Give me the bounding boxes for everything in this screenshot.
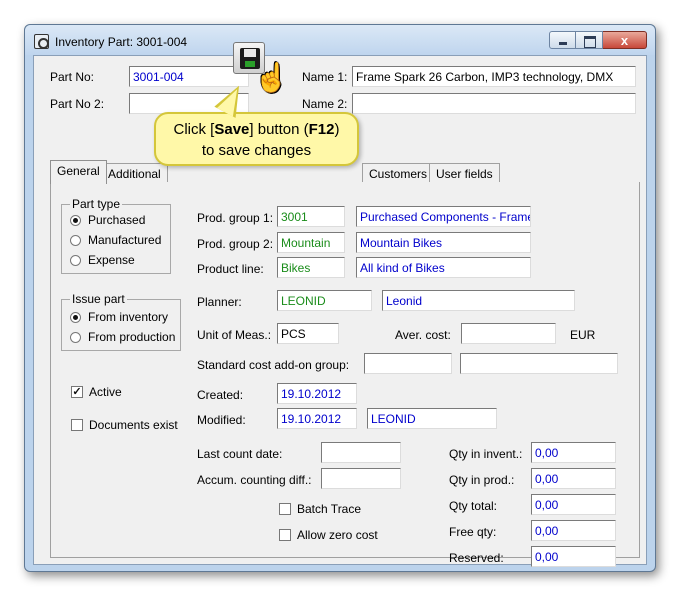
prod-group2-label: Prod. group 2: [197,237,274,251]
radio-purchased[interactable] [70,215,81,226]
last-count-label: Last count date: [197,447,283,461]
allow-zero-cost-checkbox[interactable] [279,529,291,541]
unit-field[interactable]: PCS [277,323,339,344]
active-checkbox[interactable]: ✓ [71,386,83,398]
title-bar[interactable]: Inventory Part: 3001-004 x [25,25,655,55]
expense-label: Expense [88,253,135,267]
prod-group1-name: Purchased Components - Frames [356,206,531,227]
product-line-code[interactable]: Bikes [277,257,345,278]
created-label: Created: [197,388,244,402]
hand-cursor-icon: ☝ [254,62,289,93]
radio-from-inventory[interactable] [70,312,81,323]
purchased-label: Purchased [88,213,146,227]
modified-by-field: LEONID [367,408,497,429]
qty-in-invent-label: Qty in invent.: [449,447,523,461]
allow-zero-cost-label: Allow zero cost [297,528,378,542]
maximize-button[interactable] [576,31,603,49]
manufactured-label: Manufactured [88,233,162,247]
std-cost-label: Standard cost add-on group: [197,358,350,372]
free-qty-field: 0,00 [531,520,616,541]
accum-field[interactable] [321,468,401,489]
from-inventory-label: From inventory [88,310,169,324]
window-title: Inventory Part: 3001-004 [55,35,188,49]
documents-exist-checkbox[interactable] [71,419,83,431]
aver-cost-field[interactable] [461,323,556,344]
documents-exist-label: Documents exist [89,418,178,432]
product-line-label: Product line: [197,262,264,276]
app-icon [34,34,49,49]
name1-field[interactable]: Frame Spark 26 Carbon, IMP3 technology, … [352,66,636,87]
aver-cost-label: Aver. cost: [395,328,451,342]
close-icon: x [620,33,629,48]
std-cost-code[interactable] [364,353,452,374]
prod-group2-code[interactable]: Mountain [277,232,345,253]
part-no2-label: Part No 2: [50,97,105,111]
name2-label: Name 2: [302,97,348,111]
tooltip-line2: to save changes [201,142,312,159]
reserved-label: Reserved: [449,551,504,565]
last-count-field[interactable] [321,442,401,463]
inventory-part-window: Inventory Part: 3001-004 x Part No: 3001… [24,24,656,572]
tab-general[interactable]: General [50,160,107,184]
radio-expense[interactable] [70,255,81,266]
free-qty-label: Free qty: [449,525,497,539]
tab-user-fields[interactable]: User fields [429,163,500,183]
currency-label: EUR [570,328,596,342]
active-label: Active [89,385,122,399]
radio-from-production[interactable] [70,332,81,343]
qty-total-label: Qty total: [449,499,498,513]
reserved-field: 0,00 [531,546,616,567]
issue-part-title: Issue part [70,292,127,306]
modified-field: 19.10.2012 [277,408,357,429]
batch-trace-label: Batch Trace [297,502,362,516]
close-button[interactable]: x [603,31,647,49]
planner-name: Leonid [382,290,575,311]
issue-part-group: Issue part From inventory From productio… [61,292,181,351]
tooltip-line1: Click [Save] button (F12) [173,121,340,138]
part-type-title: Part type [70,197,123,211]
prod-group2-name: Mountain Bikes [356,232,531,253]
part-no-label: Part No: [50,70,95,84]
std-cost-name [460,353,618,374]
planner-label: Planner: [197,295,242,309]
radio-manufactured[interactable] [70,235,81,246]
prod-group1-label: Prod. group 1: [197,211,274,225]
tab-additional[interactable]: Additional [101,163,168,183]
qty-in-prod-label: Qty in prod.: [449,473,515,487]
save-tooltip: Click [Save] button (F12) to save change… [154,112,359,166]
prod-group1-code[interactable]: 3001 [277,206,345,227]
qty-total-field: 0,00 [531,494,616,515]
qty-in-invent-field: 0,00 [531,442,616,463]
name2-field[interactable] [352,93,636,114]
batch-trace-checkbox[interactable] [279,503,291,515]
from-production-label: From production [88,330,176,344]
name1-label: Name 1: [302,70,348,84]
created-field: 19.10.2012 [277,383,357,404]
minimize-button[interactable] [549,31,576,49]
accum-label: Accum. counting diff.: [197,473,312,487]
modified-label: Modified: [197,413,246,427]
qty-in-prod-field: 0,00 [531,468,616,489]
product-line-name: All kind of Bikes [356,257,531,278]
unit-label: Unit of Meas.: [197,328,272,342]
general-tab-panel: Part type Purchased Manufactured Expense… [50,182,640,567]
part-type-group: Part type Purchased Manufactured Expense [61,197,171,274]
tab-customers[interactable]: Customers [362,163,435,183]
planner-code[interactable]: LEONID [277,290,372,311]
